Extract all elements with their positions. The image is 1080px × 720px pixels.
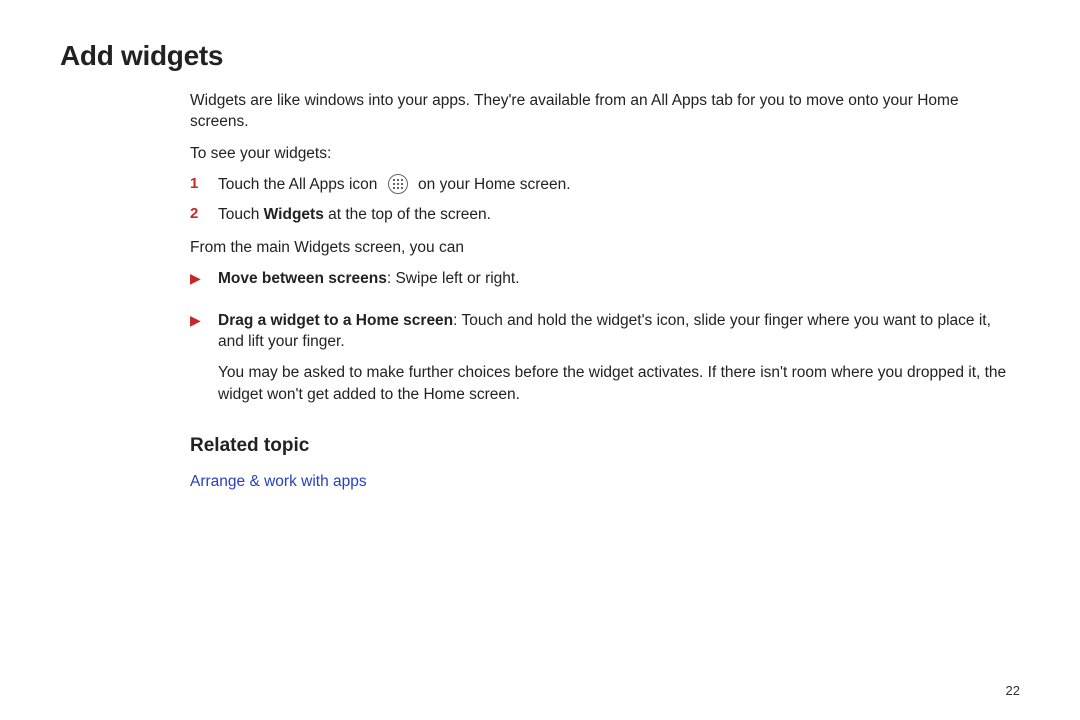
step-text-before: Touch xyxy=(218,206,264,223)
step-item: 1 Touch the All Apps icon on your Home s xyxy=(190,174,1020,195)
step-text: Touch the All Apps icon on your Home scr… xyxy=(218,174,571,195)
bullet-text: Drag a widget to a Home screen: Touch an… xyxy=(218,310,1020,353)
body-content: Widgets are like windows into your apps.… xyxy=(190,90,1020,493)
bullet-bold: Drag a widget to a Home screen xyxy=(218,312,453,329)
step-text: Touch Widgets at the top of the screen. xyxy=(218,204,491,225)
step-number: 1 xyxy=(190,174,204,195)
bullet-content: Move between screens: Swipe left or righ… xyxy=(218,268,1020,299)
step-item: 2 Touch Widgets at the top of the screen… xyxy=(190,204,1020,225)
step-number: 2 xyxy=(190,204,204,225)
from-main-lead: From the main Widgets screen, you can xyxy=(190,237,1020,258)
triangle-bullet-icon: ▶ xyxy=(190,268,204,299)
bullet-item: ▶ Drag a widget to a Home screen: Touch … xyxy=(190,310,1020,416)
all-apps-icon xyxy=(388,174,408,194)
bullet-list: ▶ Move between screens: Swipe left or ri… xyxy=(190,268,1020,415)
step-text-after: at the top of the screen. xyxy=(324,206,491,223)
document-page: Add widgets Widgets are like windows int… xyxy=(0,0,1080,720)
to-see-lead: To see your widgets: xyxy=(190,143,1020,164)
step-text-after: on your Home screen. xyxy=(418,176,571,193)
bullet-text: Move between screens: Swipe left or righ… xyxy=(218,268,1020,289)
related-heading: Related topic xyxy=(190,433,1020,459)
page-number: 22 xyxy=(1006,683,1020,698)
page-title: Add widgets xyxy=(60,40,1020,72)
triangle-bullet-icon: ▶ xyxy=(190,310,204,416)
steps-list: 1 Touch the All Apps icon on your Home s xyxy=(190,174,1020,225)
step-text-before: Touch the All Apps icon xyxy=(218,176,382,193)
bullet-extra: You may be asked to make further choices… xyxy=(218,362,1020,405)
bullet-item: ▶ Move between screens: Swipe left or ri… xyxy=(190,268,1020,299)
bullet-content: Drag a widget to a Home screen: Touch an… xyxy=(218,310,1020,416)
step-text-bold: Widgets xyxy=(264,206,324,223)
bullet-bold: Move between screens xyxy=(218,270,387,287)
intro-paragraph: Widgets are like windows into your apps.… xyxy=(190,90,1020,133)
related-link[interactable]: Arrange & work with apps xyxy=(190,473,367,490)
bullet-rest: : Swipe left or right. xyxy=(387,270,520,287)
